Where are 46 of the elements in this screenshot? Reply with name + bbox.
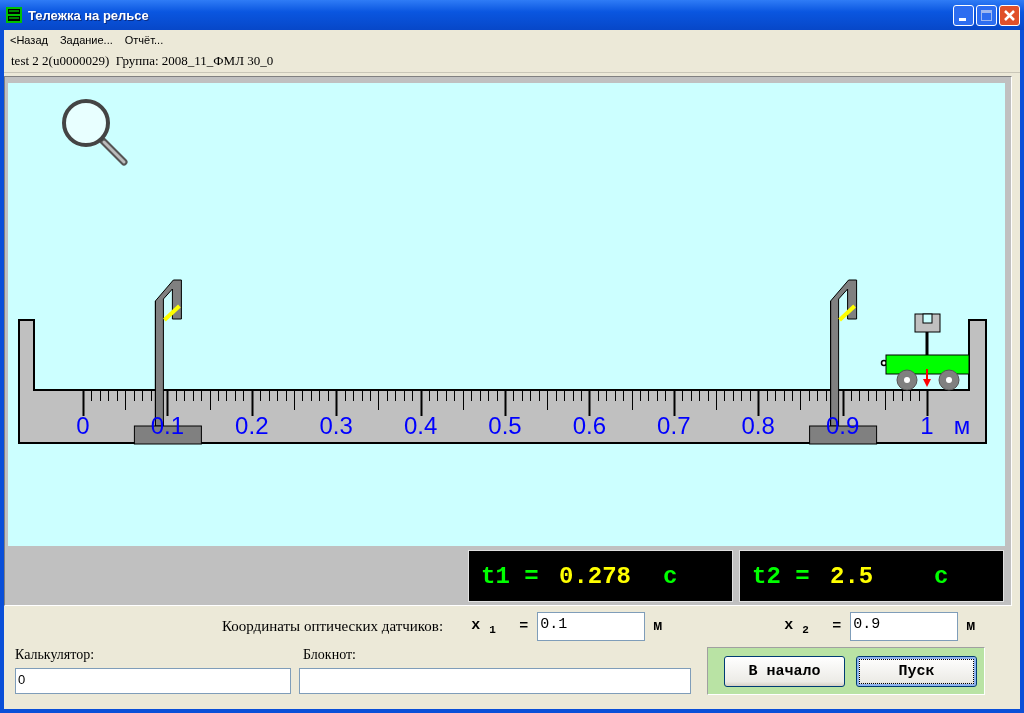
menu-item[interactable]: Задание...	[59, 34, 113, 46]
scale-label: 0.6	[572, 412, 607, 439]
coordinate-label: x $_{2}$	[784, 616, 810, 636]
minimize-icon	[959, 17, 966, 21]
scale-label: 0.2	[235, 412, 269, 439]
menu-item[interactable]: Отчёт...	[124, 34, 164, 46]
scale-label: 0.7	[657, 412, 691, 439]
scale-label: 0.1	[150, 412, 185, 439]
calculator-field[interactable]: 0	[15, 668, 291, 694]
calculator-label: Калькулятор:	[15, 647, 96, 664]
minimize-button[interactable]	[953, 4, 974, 26]
app-icon	[6, 7, 22, 23]
timer-value: 2.5	[830, 562, 875, 590]
notepad-label: Блокнот:	[302, 647, 357, 664]
equals-sign: =	[832, 617, 843, 635]
maximize-button[interactable]	[976, 4, 997, 26]
unit-label: м	[653, 617, 663, 635]
scale-label: 1	[920, 412, 934, 439]
reset-button[interactable]: В начало	[724, 655, 845, 687]
scale-label: 0.4	[403, 412, 438, 439]
coordinate-field[interactable]: 0.1	[537, 611, 646, 641]
timer-label: t1 =	[481, 562, 540, 590]
window-title: Тележка на рельсе	[28, 7, 150, 23]
scale-label: 0.5	[488, 412, 522, 439]
coordinate-field[interactable]: 0.9	[850, 611, 959, 641]
start-button[interactable]: Пуск	[856, 655, 977, 687]
timer-value: 0.278	[559, 562, 632, 590]
maximize-icon	[981, 9, 992, 21]
menu-item[interactable]: <Назад	[10, 34, 48, 46]
scale-label: 0.8	[741, 412, 775, 439]
coordinate-label: x $_{1}$	[471, 616, 497, 636]
close-icon	[1004, 9, 1015, 21]
scale-label: 0.9	[825, 412, 860, 439]
timer-unit: с	[663, 562, 679, 590]
notepad-field[interactable]	[299, 668, 691, 694]
timer-unit: с	[934, 562, 950, 590]
unit-label: м	[966, 617, 976, 635]
magnifier-icon[interactable]	[62, 99, 128, 166]
equals-sign: =	[519, 617, 530, 635]
timer-label: t2 =	[752, 562, 811, 590]
scale-label: 0	[76, 412, 90, 439]
sensor-caption: Координаты оптических датчиков:	[222, 617, 444, 635]
close-button[interactable]	[999, 4, 1020, 26]
scale-label: 0.3	[319, 412, 353, 439]
user-info: test 2 2(u0000029) Группа: 2008_11_ФМЛ 30_0	[11, 53, 274, 69]
unit-label: м	[953, 412, 971, 439]
